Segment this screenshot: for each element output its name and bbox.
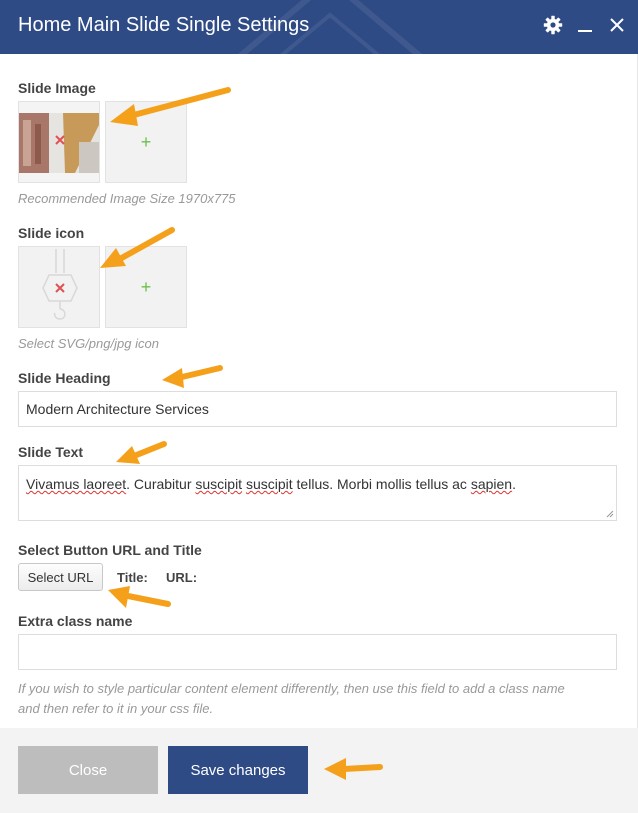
annotation-arrow	[162, 365, 223, 388]
dialog-title: Home Main Slide Single Settings	[18, 14, 310, 36]
dialog-body: Slide Image + Recommended Image Size 197…	[0, 54, 638, 728]
annotation-arrow	[100, 227, 175, 268]
extra-class-label: Extra class name	[18, 613, 133, 629]
slide-text-textarea[interactable]: Vivamus laoreet. Curabitur suscipit susc…	[18, 465, 617, 521]
slide-text-segment: .	[512, 476, 516, 492]
slide-text-segment: . Curabitur	[126, 476, 196, 492]
annotation-arrow	[110, 87, 231, 126]
slide-icon-label: Slide icon	[18, 225, 85, 241]
button-url-label: Select Button URL and Title	[18, 542, 202, 558]
annotation-arrow	[108, 586, 171, 608]
slide-text-segment: tellus. Morbi mollis tellus ac	[292, 476, 471, 492]
extra-class-hint-line1: If you wish to style particular content …	[18, 681, 565, 696]
minimize-icon[interactable]	[574, 14, 596, 36]
slide-icon-hint: Select SVG/png/jpg icon	[18, 336, 159, 351]
dialog-footer: Close Save changes	[0, 728, 638, 813]
slide-text-word: sapien	[470, 476, 513, 492]
slide-image-photo	[19, 102, 99, 182]
slide-heading-label: Slide Heading	[18, 370, 111, 386]
slide-text-word: suscipit	[245, 476, 293, 492]
crane-hook-icon	[42, 249, 78, 320]
extra-class-hint-line2: and then refer to it in your css file.	[18, 701, 214, 716]
slide-image-label: Slide Image	[18, 80, 96, 96]
dialog-header: Home Main Slide Single Settings	[0, 0, 638, 54]
gear-icon[interactable]	[542, 14, 564, 36]
slide-text-label: Slide Text	[18, 444, 84, 460]
slide-image-hint: Recommended Image Size 1970x775	[18, 191, 236, 206]
select-url-button[interactable]: Select URL	[18, 563, 103, 591]
extra-class-input[interactable]	[18, 634, 617, 670]
close-icon[interactable]	[606, 14, 628, 36]
plus-icon: +	[140, 131, 152, 152]
annotation-arrow	[116, 441, 167, 464]
annotation-arrow	[324, 758, 383, 780]
plus-icon: +	[140, 276, 152, 297]
save-changes-button[interactable]: Save changes	[168, 746, 308, 794]
close-button[interactable]: Close	[18, 746, 158, 794]
slide-text-word: suscipit	[195, 476, 243, 492]
resize-handle-icon[interactable]	[606, 510, 614, 518]
slide-image-thumbnail[interactable]	[18, 101, 100, 183]
slide-icon-thumbnail[interactable]	[18, 246, 100, 328]
slide-heading-input[interactable]	[18, 391, 617, 427]
slide-text-word: Vivamus laoreet	[26, 476, 127, 492]
